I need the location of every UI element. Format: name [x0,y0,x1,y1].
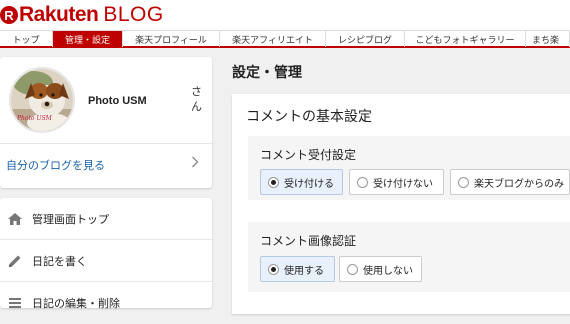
radio-use-captcha[interactable]: 使用する [260,256,335,282]
profile-honorific: さん [191,85,202,113]
admin-menu: 管理画面トップ 日記を書く 日記の編集・削除 [0,198,212,310]
radio-rakuten-blog-only[interactable]: 楽天ブログからのみ [450,169,570,195]
radio-no-captcha[interactable]: 使用しない [339,256,422,282]
radio-accept-comments[interactable]: 受け付ける [260,169,343,195]
comment-reception-title: コメント受付設定 [260,148,357,162]
page-title: 設定・管理 [232,65,302,81]
site-header: R Rakuten BLOG [0,0,570,30]
radio-dot [268,176,279,188]
rakuten-r-icon: R [0,6,18,24]
chevron-right-icon[interactable] [191,156,199,172]
top-nav: トップ 管理・設定 楽天プロフィール 楽天アフィリエイト レシピブログ こどもフ… [0,30,570,48]
radio-dot [268,263,279,275]
logo-blog-text: BLOG [103,3,164,26]
menu-item-label: 管理画面トップ [32,212,109,226]
menu-item-admin-top[interactable]: 管理画面トップ [0,198,212,240]
home-icon [6,210,24,228]
comment-captcha-title: コメント画像認証 [260,234,357,248]
rakuten-blog-logo[interactable]: R Rakuten BLOG [0,2,164,28]
radio-dot [458,176,469,188]
radio-label: 楽天ブログからのみ [474,178,564,190]
menu-item-label: 日記を書く [32,254,87,268]
radio-label: 受け付けない [373,178,433,190]
profile-divider [0,143,212,144]
nav-item-affiliate[interactable]: 楽天アフィリエイト [220,31,326,47]
profile-name: Photo USM [88,95,147,107]
menu-item-label: 日記の編集・削除 [32,297,120,310]
list-icon [6,294,24,312]
radio-label: 受け付ける [284,178,334,190]
nav-item-kids-photo-gallery[interactable]: こどもフォトギャラリー [405,31,526,47]
radio-dot [347,263,358,275]
nav-item-machi[interactable]: まち楽 [526,31,570,47]
radio-dot [357,176,368,188]
radio-label: 使用する [284,265,324,277]
menu-item-write-post[interactable]: 日記を書く [0,240,212,282]
avatar-watermark: Photo USM [17,115,52,122]
menu-item-edit-posts[interactable]: 日記の編集・削除 [0,282,212,324]
radio-label: 使用しない [363,265,413,277]
nav-item-top[interactable]: トップ [0,31,53,47]
nav-item-settings[interactable]: 管理・設定 [53,31,123,47]
pencil-icon [6,252,24,270]
section-title: コメントの基本設定 [246,109,372,125]
nav-item-recipe-blog[interactable]: レシピブログ [326,31,405,47]
avatar[interactable]: Photo USM [9,67,75,133]
nav-item-profile[interactable]: 楽天プロフィール [123,31,220,47]
view-my-blog-link[interactable]: 自分のブログを見る [6,157,105,173]
logo-text: Rakuten [19,3,99,26]
radio-reject-comments[interactable]: 受け付けない [349,169,444,195]
